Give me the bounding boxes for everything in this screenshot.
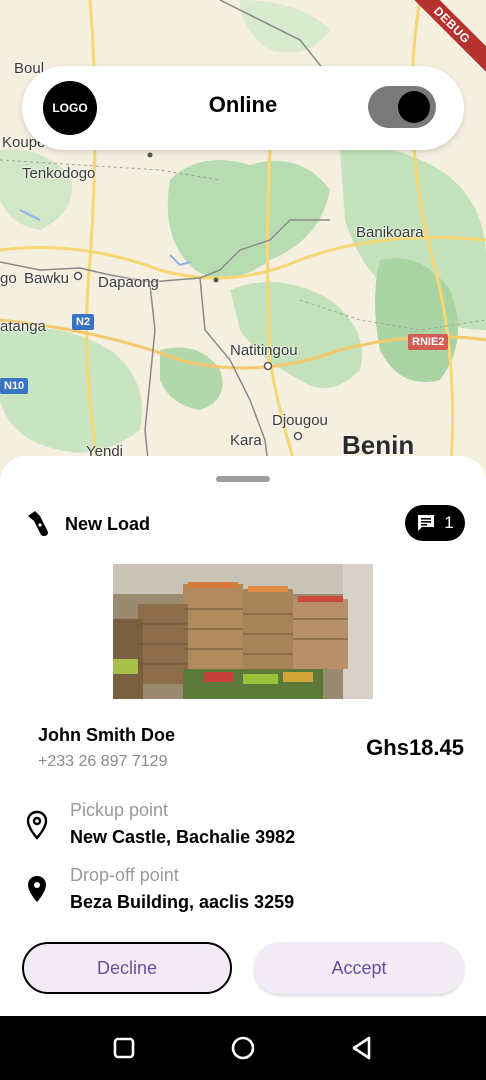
- sheet-drag-handle[interactable]: [216, 476, 270, 482]
- messages-button[interactable]: 1: [405, 505, 465, 541]
- pickup-pin-outline-icon: [26, 810, 48, 840]
- load-details-sheet: New Load 1 John Smith Doe +233 26 897 71…: [0, 456, 486, 1016]
- map-label-tenkodogo: Tenkodogo: [22, 165, 96, 182]
- status-card: LOGO Online: [22, 66, 464, 150]
- load-title: New Load: [65, 514, 151, 534]
- recents-icon[interactable]: [110, 1034, 138, 1062]
- system-nav-bar: [0, 1016, 486, 1080]
- map-label-bawku: Bawku: [24, 270, 70, 287]
- back-icon[interactable]: [348, 1034, 376, 1062]
- map-label-djougou: Djougou: [272, 412, 328, 429]
- load-price: Ghs18.45: [366, 735, 464, 760]
- road-shield-n10: N10: [0, 378, 29, 394]
- map-label-go: go: [0, 270, 17, 287]
- toggle-knob: [398, 91, 430, 123]
- road-shield-rnie2: RNIE2: [408, 334, 449, 350]
- load-photo: [113, 564, 373, 699]
- chat-icon: [418, 515, 435, 531]
- flashlight-icon: [28, 511, 48, 536]
- map-label-dapaong: Dapaong: [98, 274, 159, 291]
- dropoff-label: Drop-off point: [70, 865, 179, 885]
- dropoff-pin-icon: [28, 876, 46, 902]
- customer-name: John Smith Doe: [38, 725, 176, 745]
- decline-button[interactable]: Decline: [22, 942, 232, 994]
- map-label-atanga: atanga: [0, 318, 46, 335]
- map-label-kara: Kara: [230, 432, 262, 449]
- map-label-natitingou: Natitingou: [230, 342, 298, 359]
- road-shield-n2: N2: [72, 314, 95, 330]
- map-label-banikoara: Banikoara: [356, 224, 424, 241]
- online-toggle[interactable]: [368, 86, 436, 128]
- dropoff-value: Beza Building, aaclis 3259: [70, 892, 295, 912]
- home-icon[interactable]: [229, 1034, 257, 1062]
- customer-phone[interactable]: +233 26 897 7129: [38, 753, 167, 771]
- accept-button[interactable]: Accept: [254, 942, 464, 994]
- pickup-label: Pickup point: [70, 800, 169, 820]
- pickup-value: New Castle, Bachalie 3982: [70, 827, 296, 847]
- message-count: 1: [444, 513, 454, 532]
